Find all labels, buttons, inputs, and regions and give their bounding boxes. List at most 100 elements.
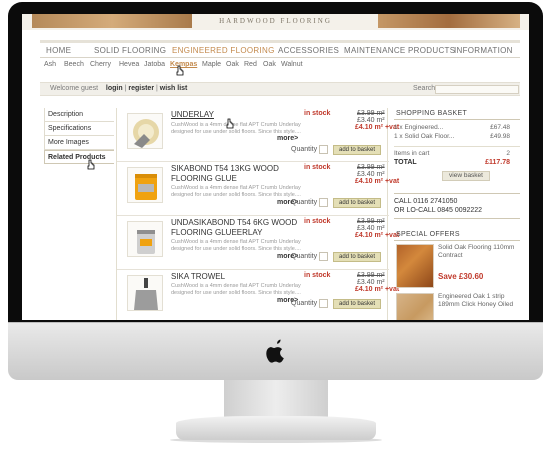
quantity-label: Quantity: [291, 253, 318, 260]
quantity-input[interactable]: [319, 198, 328, 207]
nav-solid-flooring[interactable]: SOLID FLOORING: [94, 46, 166, 55]
subnav-red[interactable]: Red: [244, 61, 257, 68]
more-link[interactable]: more>: [277, 135, 298, 142]
items-count: 2: [506, 150, 510, 157]
subnav-beech[interactable]: Beech: [64, 61, 84, 68]
price-per-m2: £3.40 m²: [357, 117, 385, 124]
quantity-input[interactable]: [319, 145, 328, 154]
product-tabs: Description Specifications More Images R…: [44, 108, 114, 164]
basket-line: 1 x Solid Oak Floor... £49.98: [394, 133, 520, 142]
quantity-label: Quantity: [291, 199, 318, 206]
subnav-ash[interactable]: Ash: [44, 61, 56, 68]
price-was: £3.99 m²: [357, 218, 385, 225]
price-was: £3.99 m²: [357, 164, 385, 171]
wishlist-link[interactable]: wish list: [160, 85, 188, 92]
quantity-input[interactable]: [319, 252, 328, 261]
product-description: CushWood is a 4mm dense flat APT Crumb U…: [171, 239, 301, 252]
add-to-basket-button[interactable]: add to basket: [333, 252, 381, 262]
nav-maintenance-products[interactable]: MAINTENANCE PRODUCTS: [344, 46, 455, 55]
product-description: CushWood is a 4mm dense flat APT Crumb U…: [171, 122, 301, 135]
subnav-walnut[interactable]: Walnut: [281, 61, 303, 68]
add-to-basket-button[interactable]: add to basket: [333, 299, 381, 309]
price-inc-vat: £4.10 m² +vat: [355, 178, 400, 185]
product-row: UNDASIKABOND T54 6KG WOOD FLOORING GLUEE…: [117, 216, 399, 270]
subnav-jatoba[interactable]: Jatoba: [144, 61, 165, 68]
register-link[interactable]: register: [128, 85, 154, 92]
product-thumbnail[interactable]: [127, 167, 163, 203]
user-bar: Welcome guest login | register | wish li…: [40, 82, 520, 96]
subnav-maple[interactable]: Maple: [202, 61, 221, 68]
site-title: HARDWOOD FLOORING: [219, 17, 332, 25]
offer-save: Save £30.60: [438, 272, 484, 281]
glue-tub-image: [137, 230, 155, 254]
welcome-line: Welcome guest login | register | wish li…: [50, 85, 188, 92]
product-row: UNDERLAY CushWood is a 4mm dense flat AP…: [117, 108, 399, 162]
nav-engineered-flooring[interactable]: ENGINEERED FLOORING: [172, 46, 275, 55]
call-line: CALL 0116 2741050: [394, 198, 458, 205]
product-name[interactable]: SIKABOND T54 13KG WOOD FLOORING GLUE: [171, 164, 301, 184]
subnav-red-oak[interactable]: Oak: [263, 61, 276, 68]
basket-line-price: £49.98: [490, 133, 510, 140]
hand-cursor-icon: [87, 159, 95, 170]
nav-accessories[interactable]: ACCESSORIES: [278, 46, 339, 55]
price-per-m2: £3.40 m²: [357, 225, 385, 232]
basket-items-row: Items in cart 2: [394, 150, 520, 159]
nav-information[interactable]: INFORMATION: [454, 46, 513, 55]
price-inc-vat: £4.10 m² +vat: [355, 286, 400, 293]
view-basket-button[interactable]: view basket: [442, 171, 490, 181]
screen: HARDWOOD FLOORING HOME SOLID FLOORING EN…: [22, 14, 529, 320]
product-name[interactable]: UNDERLAY: [171, 110, 301, 120]
monitor-stand-neck: [224, 380, 328, 418]
offer-item[interactable]: Solid Oak Flooring 110mm Contract Save £…: [394, 242, 520, 290]
monitor-mockup: HARDWOOD FLOORING HOME SOLID FLOORING EN…: [0, 0, 550, 452]
quantity-label: Quantity: [291, 300, 318, 307]
monitor-stand-foot: [176, 416, 376, 440]
tab-specifications[interactable]: Specifications: [44, 122, 114, 136]
basket-total-row: TOTAL £117.78: [394, 159, 520, 168]
quantity-label: Quantity: [291, 146, 318, 153]
main-nav: HOME SOLID FLOORING ENGINEERED FLOORING …: [40, 40, 520, 58]
price-was: £3.99 m²: [357, 110, 385, 117]
subnav-cherry[interactable]: Cherry: [90, 61, 111, 68]
quantity-input[interactable]: [319, 299, 328, 308]
items-label: Items in cart: [394, 150, 430, 157]
apple-logo-icon: [266, 339, 284, 363]
hand-cursor-icon: [176, 65, 184, 76]
offer-name[interactable]: Solid Oak Flooring 110mm Contract: [438, 244, 518, 260]
tab-description[interactable]: Description: [44, 108, 114, 122]
product-thumbnail[interactable]: [127, 275, 163, 311]
price-per-m2: £3.40 m²: [357, 279, 385, 286]
subnav-hevea[interactable]: Hevea: [119, 61, 139, 68]
search-input[interactable]: [435, 85, 519, 94]
product-list: UNDERLAY CushWood is a 4mm dense flat AP…: [116, 108, 399, 320]
subnav-oak[interactable]: Oak: [226, 61, 239, 68]
basket-title: SHOPPING BASKET: [394, 108, 520, 120]
tab-related-products[interactable]: Related Products: [44, 150, 114, 164]
nav-home[interactable]: HOME: [46, 46, 71, 55]
basket-line-label[interactable]: 1 x Engineered...: [394, 124, 443, 131]
price-inc-vat: £4.10 m² +vat: [355, 124, 400, 131]
product-thumbnail[interactable]: [127, 113, 163, 149]
trowel-image: [134, 278, 158, 310]
product-name[interactable]: UNDASIKABOND T54 6KG WOOD FLOORING GLUEE…: [171, 218, 301, 238]
stock-status: in stock: [304, 272, 331, 279]
underlay-roll-image: [133, 119, 159, 148]
stock-status: in stock: [304, 110, 331, 117]
offer-item[interactable]: Engineered Oak 1 strip 189mm Click Honey…: [394, 291, 520, 320]
special-offers-title: SPECIAL OFFERS: [394, 229, 520, 241]
offer-image[interactable]: [396, 244, 434, 288]
login-link[interactable]: login: [106, 85, 123, 92]
hand-cursor-icon: [226, 118, 234, 129]
add-to-basket-button[interactable]: add to basket: [333, 198, 381, 208]
price-per-m2: £3.40 m²: [357, 171, 385, 178]
basket-line-price: £67.48: [490, 124, 510, 131]
add-to-basket-button[interactable]: add to basket: [333, 145, 381, 155]
offer-name[interactable]: Engineered Oak 1 strip 189mm Click Honey…: [438, 293, 518, 309]
price-was: £3.99 m²: [357, 272, 385, 279]
basket-line-label[interactable]: 1 x Solid Oak Floor...: [394, 133, 454, 140]
product-thumbnail[interactable]: [127, 221, 163, 257]
product-name[interactable]: SIKA TROWEL: [171, 272, 301, 282]
offer-image[interactable]: [396, 293, 434, 320]
tab-more-images[interactable]: More Images: [44, 136, 114, 150]
glue-bucket-image: [135, 174, 157, 200]
